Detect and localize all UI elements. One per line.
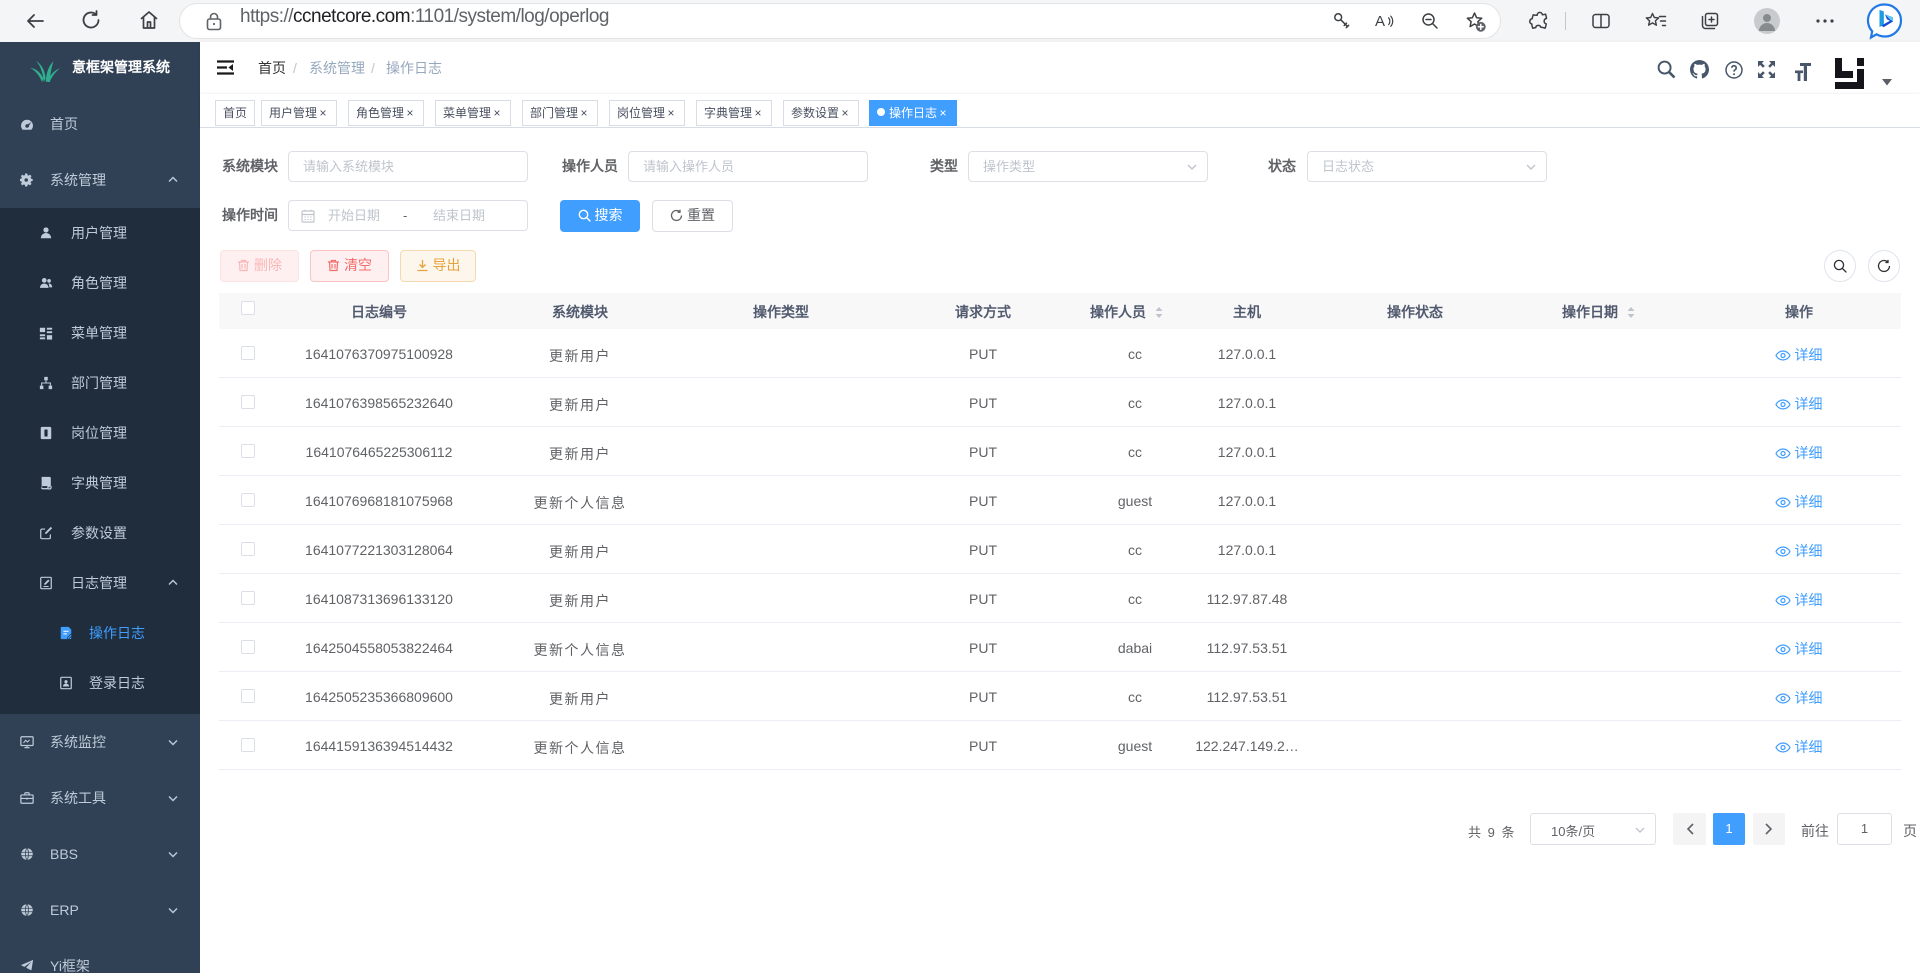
svg-text:A: A (1375, 13, 1385, 30)
